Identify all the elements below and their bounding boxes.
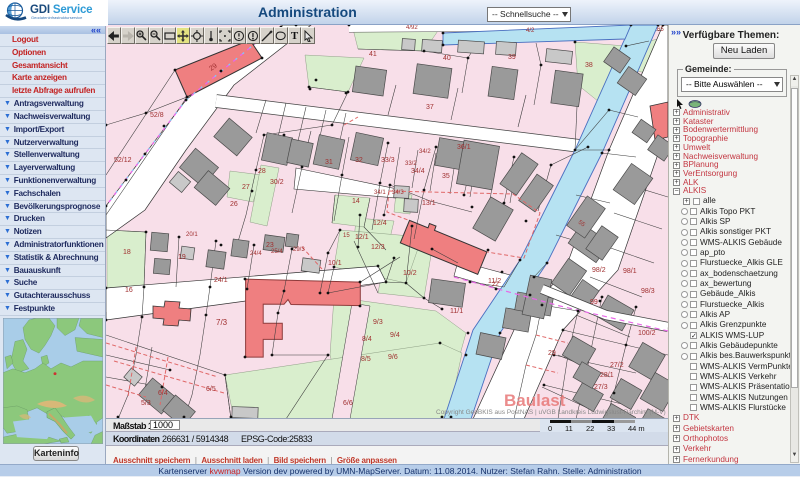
svg-text:10/1: 10/1 [328,260,342,267]
svg-text:29: 29 [548,350,556,357]
svg-text:9/6: 9/6 [388,354,398,361]
svg-text:27/2: 27/2 [610,362,624,369]
svg-text:24/4: 24/4 [250,251,262,257]
svg-text:7/3: 7/3 [216,318,228,327]
svg-text:37: 37 [426,104,434,111]
svg-text:8/5: 8/5 [361,356,371,363]
svg-text:31: 31 [325,159,333,166]
svg-text:33/2: 33/2 [405,161,417,167]
svg-text:27: 27 [242,184,250,191]
svg-text:24/1: 24/1 [214,277,228,284]
svg-text:35: 35 [442,173,450,180]
svg-text:41: 41 [369,51,377,58]
svg-text:6/6: 6/6 [343,400,353,407]
svg-text:36/1: 36/1 [457,144,471,151]
svg-text:9/3: 9/3 [373,319,383,326]
svg-text:11/1: 11/1 [450,308,463,315]
svg-text:65: 65 [657,27,664,33]
svg-text:4/92: 4/92 [406,25,418,31]
svg-text:Copyright GeoBKIS aus PostNAS: Copyright GeoBKIS aus PostNAS | uVGB Lan… [436,409,666,416]
svg-text:39: 39 [508,54,516,61]
svg-text:Baulast: Baulast [504,391,566,410]
svg-text:34/1: 34/1 [374,190,386,196]
svg-text:98/1: 98/1 [623,268,637,275]
svg-text:9/4: 9/4 [390,332,400,339]
svg-text:22: 22 [492,282,499,288]
svg-text:23: 23 [266,242,274,249]
svg-text:28/1: 28/1 [600,372,614,379]
svg-text:8/4: 8/4 [362,336,372,343]
svg-text:33: 33 [607,424,615,432]
svg-text:19: 19 [178,254,186,261]
svg-text:15: 15 [343,233,350,239]
svg-text:10/2: 10/2 [403,270,417,277]
svg-text:28: 28 [258,168,266,175]
svg-text:26: 26 [230,201,238,208]
svg-text:6/4: 6/4 [158,390,168,397]
svg-text:27/3: 27/3 [594,384,608,391]
svg-text:33/3: 33/3 [381,157,395,164]
svg-text:32: 32 [355,157,363,164]
svg-text:13/1: 13/1 [422,200,436,207]
svg-text:29/3: 29/3 [293,247,305,253]
svg-text:98/3: 98/3 [641,288,655,295]
svg-text:12/3: 12/3 [371,244,385,251]
svg-text:22: 22 [586,424,594,432]
svg-text:18: 18 [123,249,131,256]
svg-text:44 m: 44 m [628,424,645,432]
svg-text:99: 99 [590,299,598,306]
svg-text:12/4: 12/4 [373,220,387,227]
svg-text:34/4: 34/4 [411,168,425,175]
svg-text:34/3: 34/3 [392,190,404,196]
svg-text:38: 38 [585,62,593,69]
svg-text:14: 14 [352,198,360,205]
svg-text:40: 40 [443,55,451,62]
svg-text:12/1: 12/1 [355,234,369,241]
svg-text:0: 0 [548,424,552,432]
svg-text:98/2: 98/2 [592,267,606,274]
svg-text:20/1: 20/1 [186,232,198,238]
svg-text:6/5: 6/5 [206,386,216,393]
svg-text:5/3: 5/3 [141,400,151,407]
svg-text:52/8: 52/8 [150,112,164,119]
svg-text:52/12: 52/12 [114,157,132,164]
svg-text:30/2: 30/2 [270,179,284,186]
svg-text:34/2: 34/2 [419,149,431,155]
svg-text:25/4: 25/4 [271,249,283,255]
svg-text:11: 11 [565,424,573,432]
svg-text:16: 16 [125,287,133,294]
svg-text:100/2: 100/2 [638,330,656,337]
svg-text:4/2: 4/2 [526,28,535,34]
